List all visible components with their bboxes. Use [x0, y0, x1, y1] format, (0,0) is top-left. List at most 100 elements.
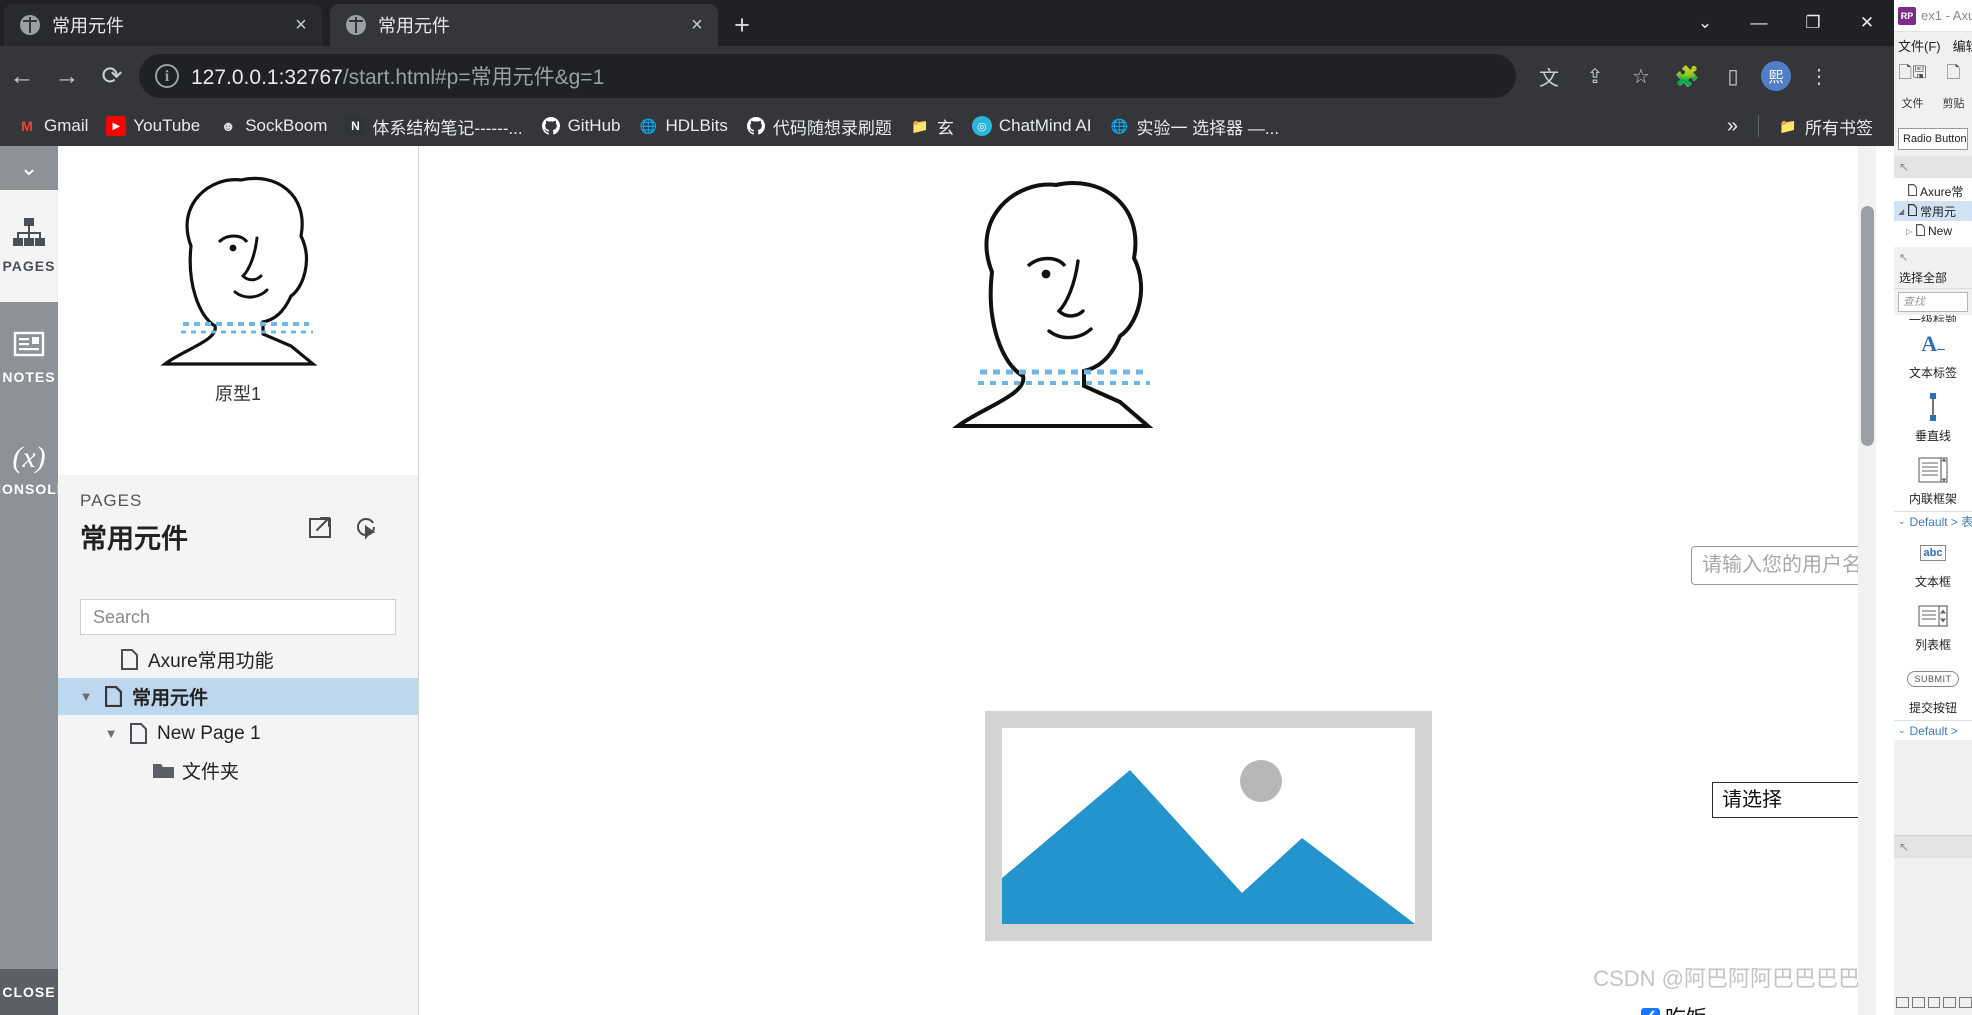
- rail-collapse-icon[interactable]: ⌄: [0, 146, 58, 190]
- library-group-default-2[interactable]: ⌄ Default >: [1894, 720, 1972, 740]
- pages-panel-title[interactable]: ↖: [1894, 156, 1972, 178]
- layout-icon[interactable]: [1959, 996, 1972, 1008]
- page-thumbnail[interactable]: 原型1: [58, 146, 418, 475]
- tree-twisty[interactable]: ▼: [97, 726, 125, 741]
- library-group-default-form[interactable]: ⌄ Default > 表: [1894, 511, 1972, 531]
- forward-button[interactable]: →: [45, 46, 89, 106]
- toolbar-group-file[interactable]: 🗋🖫 文件: [1898, 64, 1927, 111]
- browser-tab-1[interactable]: 常用元件 ×: [4, 4, 322, 46]
- tree-row-axure-common[interactable]: Axure常用功能: [58, 641, 418, 678]
- browser-tab-2[interactable]: 常用元件 ×: [330, 4, 718, 46]
- library-item-textbox[interactable]: abc 文本框: [1894, 531, 1972, 594]
- extensions-icon[interactable]: 🧩: [1664, 54, 1710, 98]
- axure-titlebar: RP ex1 - Axure: [1894, 0, 1972, 32]
- menu-file[interactable]: 文件(F): [1898, 36, 1941, 55]
- bookmark-item[interactable]: ☻ SockBoom: [209, 109, 336, 143]
- translate-icon[interactable]: 文: [1526, 54, 1572, 98]
- tab-close-icon[interactable]: ×: [290, 15, 312, 35]
- tab-close-icon[interactable]: ×: [686, 15, 708, 35]
- bookmark-star-icon[interactable]: ☆: [1618, 54, 1664, 98]
- pages-kicker: PAGES: [80, 491, 143, 510]
- submit-button-icon: SUBMIT: [1907, 664, 1959, 694]
- axure-status-row: [1894, 989, 1972, 1015]
- tree-twisty[interactable]: ◢: [1898, 207, 1908, 216]
- window-maximize-button[interactable]: ❐: [1786, 0, 1840, 46]
- bookmark-item[interactable]: GitHub: [532, 109, 630, 143]
- bookmark-overflow-icon[interactable]: »: [1717, 115, 1748, 138]
- bookmark-item[interactable]: N 体系结构笔记------...: [336, 109, 531, 143]
- bookmark-item[interactable]: 🌐 HDLBits: [629, 109, 736, 143]
- library-group-label: Default >: [1909, 723, 1958, 738]
- library-scroll-area[interactable]: 一级标题 A _ 文本标签 垂直线 内联框架 ⌄ Default > 表 abc …: [1894, 315, 1972, 740]
- library-item-label: 文本框: [1914, 575, 1951, 589]
- library-item-inline-frame[interactable]: 内联框架: [1894, 448, 1972, 511]
- reload-page-icon[interactable]: [354, 515, 378, 544]
- profile-avatar[interactable]: 熙: [1756, 54, 1796, 98]
- username-text-field[interactable]: 请输入您的用户名: [1691, 546, 1876, 585]
- tree-twisty[interactable]: ▷: [1906, 227, 1916, 236]
- layout-icon[interactable]: [1927, 996, 1941, 1008]
- library-item-vertical-line[interactable]: 垂直线: [1894, 385, 1972, 448]
- tree-twisty[interactable]: ▼: [72, 689, 100, 704]
- layout-icon[interactable]: [1896, 996, 1909, 1008]
- bookmark-item[interactable]: ▶ YouTube: [97, 109, 209, 143]
- side-panel-icon[interactable]: ▯: [1710, 54, 1756, 98]
- tree-row-common-widgets[interactable]: ▼ 常用元件: [58, 678, 418, 715]
- rail-item-console[interactable]: (x) CONSOLE: [0, 414, 66, 526]
- address-bar[interactable]: i 127.0.0.1:32767/start.html#p=常用元件&g=1: [139, 54, 1516, 98]
- bookmark-folder[interactable]: 📁 玄: [901, 109, 963, 143]
- axure-tree-row-1[interactable]: Axure常: [1894, 181, 1972, 201]
- screen: 常用元件 × 常用元件 × + ⌄ — ❐ ✕ ← → ⟳ i 127.0.0.…: [0, 0, 1972, 1015]
- scrollbar-thumb[interactable]: [1861, 206, 1874, 446]
- tree-row-new-page-1[interactable]: ▼ New Page 1: [58, 715, 418, 752]
- chrome-menu-icon[interactable]: ⋮: [1796, 54, 1842, 98]
- bookmark-label: GitHub: [567, 116, 621, 135]
- viewer-rail: ⌄ PAGES NOTES (x) CONSOLE CL: [0, 146, 66, 1015]
- axure-bottom-panel: ↖: [1894, 835, 1972, 1015]
- library-item-text-label[interactable]: A _ 文本标签: [1894, 322, 1972, 385]
- menu-edit[interactable]: 编辑: [1953, 36, 1972, 55]
- toolbar-group-clipboard[interactable]: 🗋 剪贴: [1939, 64, 1968, 111]
- back-button[interactable]: ←: [0, 46, 44, 106]
- library-selector[interactable]: 选择全部: [1894, 267, 1972, 289]
- bookmark-item[interactable]: M Gmail: [8, 109, 97, 143]
- library-search-input[interactable]: 查找: [1898, 292, 1968, 312]
- rail-item-pages[interactable]: PAGES: [0, 190, 58, 302]
- open-in-new-window-icon[interactable]: [308, 515, 332, 544]
- reload-button[interactable]: ⟳: [90, 46, 134, 106]
- widget-name-field[interactable]: Radio Button: [1898, 128, 1968, 150]
- rail-item-notes[interactable]: NOTES: [0, 302, 58, 414]
- library-item-submit-button[interactable]: SUBMIT 提交按钮: [1894, 657, 1972, 720]
- layout-icon[interactable]: [1911, 996, 1925, 1008]
- checkbox-eat[interactable]: 吃饭: [1641, 1002, 1707, 1015]
- checkbox-checked-icon[interactable]: [1641, 1006, 1660, 1015]
- rail-close-button[interactable]: CLOSE: [0, 969, 58, 1015]
- layout-icon[interactable]: [1943, 996, 1957, 1008]
- tree-row-folder[interactable]: 文件夹: [58, 752, 418, 789]
- image-placeholder-widget[interactable]: [985, 711, 1432, 941]
- axure-tree-row-3[interactable]: ▷ New: [1894, 221, 1972, 241]
- library-panel-header[interactable]: ↖: [1894, 247, 1972, 267]
- axure-tree-row-2[interactable]: ◢ 常用元: [1894, 201, 1972, 221]
- address-bar-url: 127.0.0.1:32767/start.html#p=常用元件&g=1: [191, 66, 605, 89]
- library-item-listbox[interactable]: 列表框: [1894, 594, 1972, 657]
- page-scrollbar[interactable]: [1858, 146, 1876, 1015]
- file-icons: 🗋🖫: [1898, 63, 1927, 82]
- folder-icon: [150, 762, 176, 779]
- tab-favicon-icon: [346, 15, 366, 35]
- tab-search-icon[interactable]: ⌄: [1678, 0, 1732, 46]
- pages-search-input[interactable]: Search: [80, 599, 396, 635]
- select-dropdown[interactable]: 请选择 ⌄: [1712, 782, 1876, 818]
- bookmark-item[interactable]: ◎ ChatMind AI: [963, 109, 1101, 143]
- window-minimize-button[interactable]: —: [1732, 0, 1786, 46]
- share-icon[interactable]: ⇪: [1572, 54, 1618, 98]
- bookmark-item[interactable]: 代码随想录刷题: [737, 109, 901, 143]
- window-close-button[interactable]: ✕: [1840, 0, 1894, 46]
- site-info-icon[interactable]: i: [155, 64, 179, 88]
- chevron-down-icon: ⌄: [1898, 516, 1906, 526]
- bottom-panel-collapse-icon[interactable]: ↖: [1894, 836, 1972, 858]
- new-tab-button[interactable]: +: [723, 10, 761, 42]
- bookmark-label: 玄: [936, 118, 954, 138]
- bookmark-item[interactable]: 🌐 实验一 选择器 —...: [1100, 109, 1288, 143]
- all-bookmarks-button[interactable]: 📁 所有书签: [1769, 109, 1882, 143]
